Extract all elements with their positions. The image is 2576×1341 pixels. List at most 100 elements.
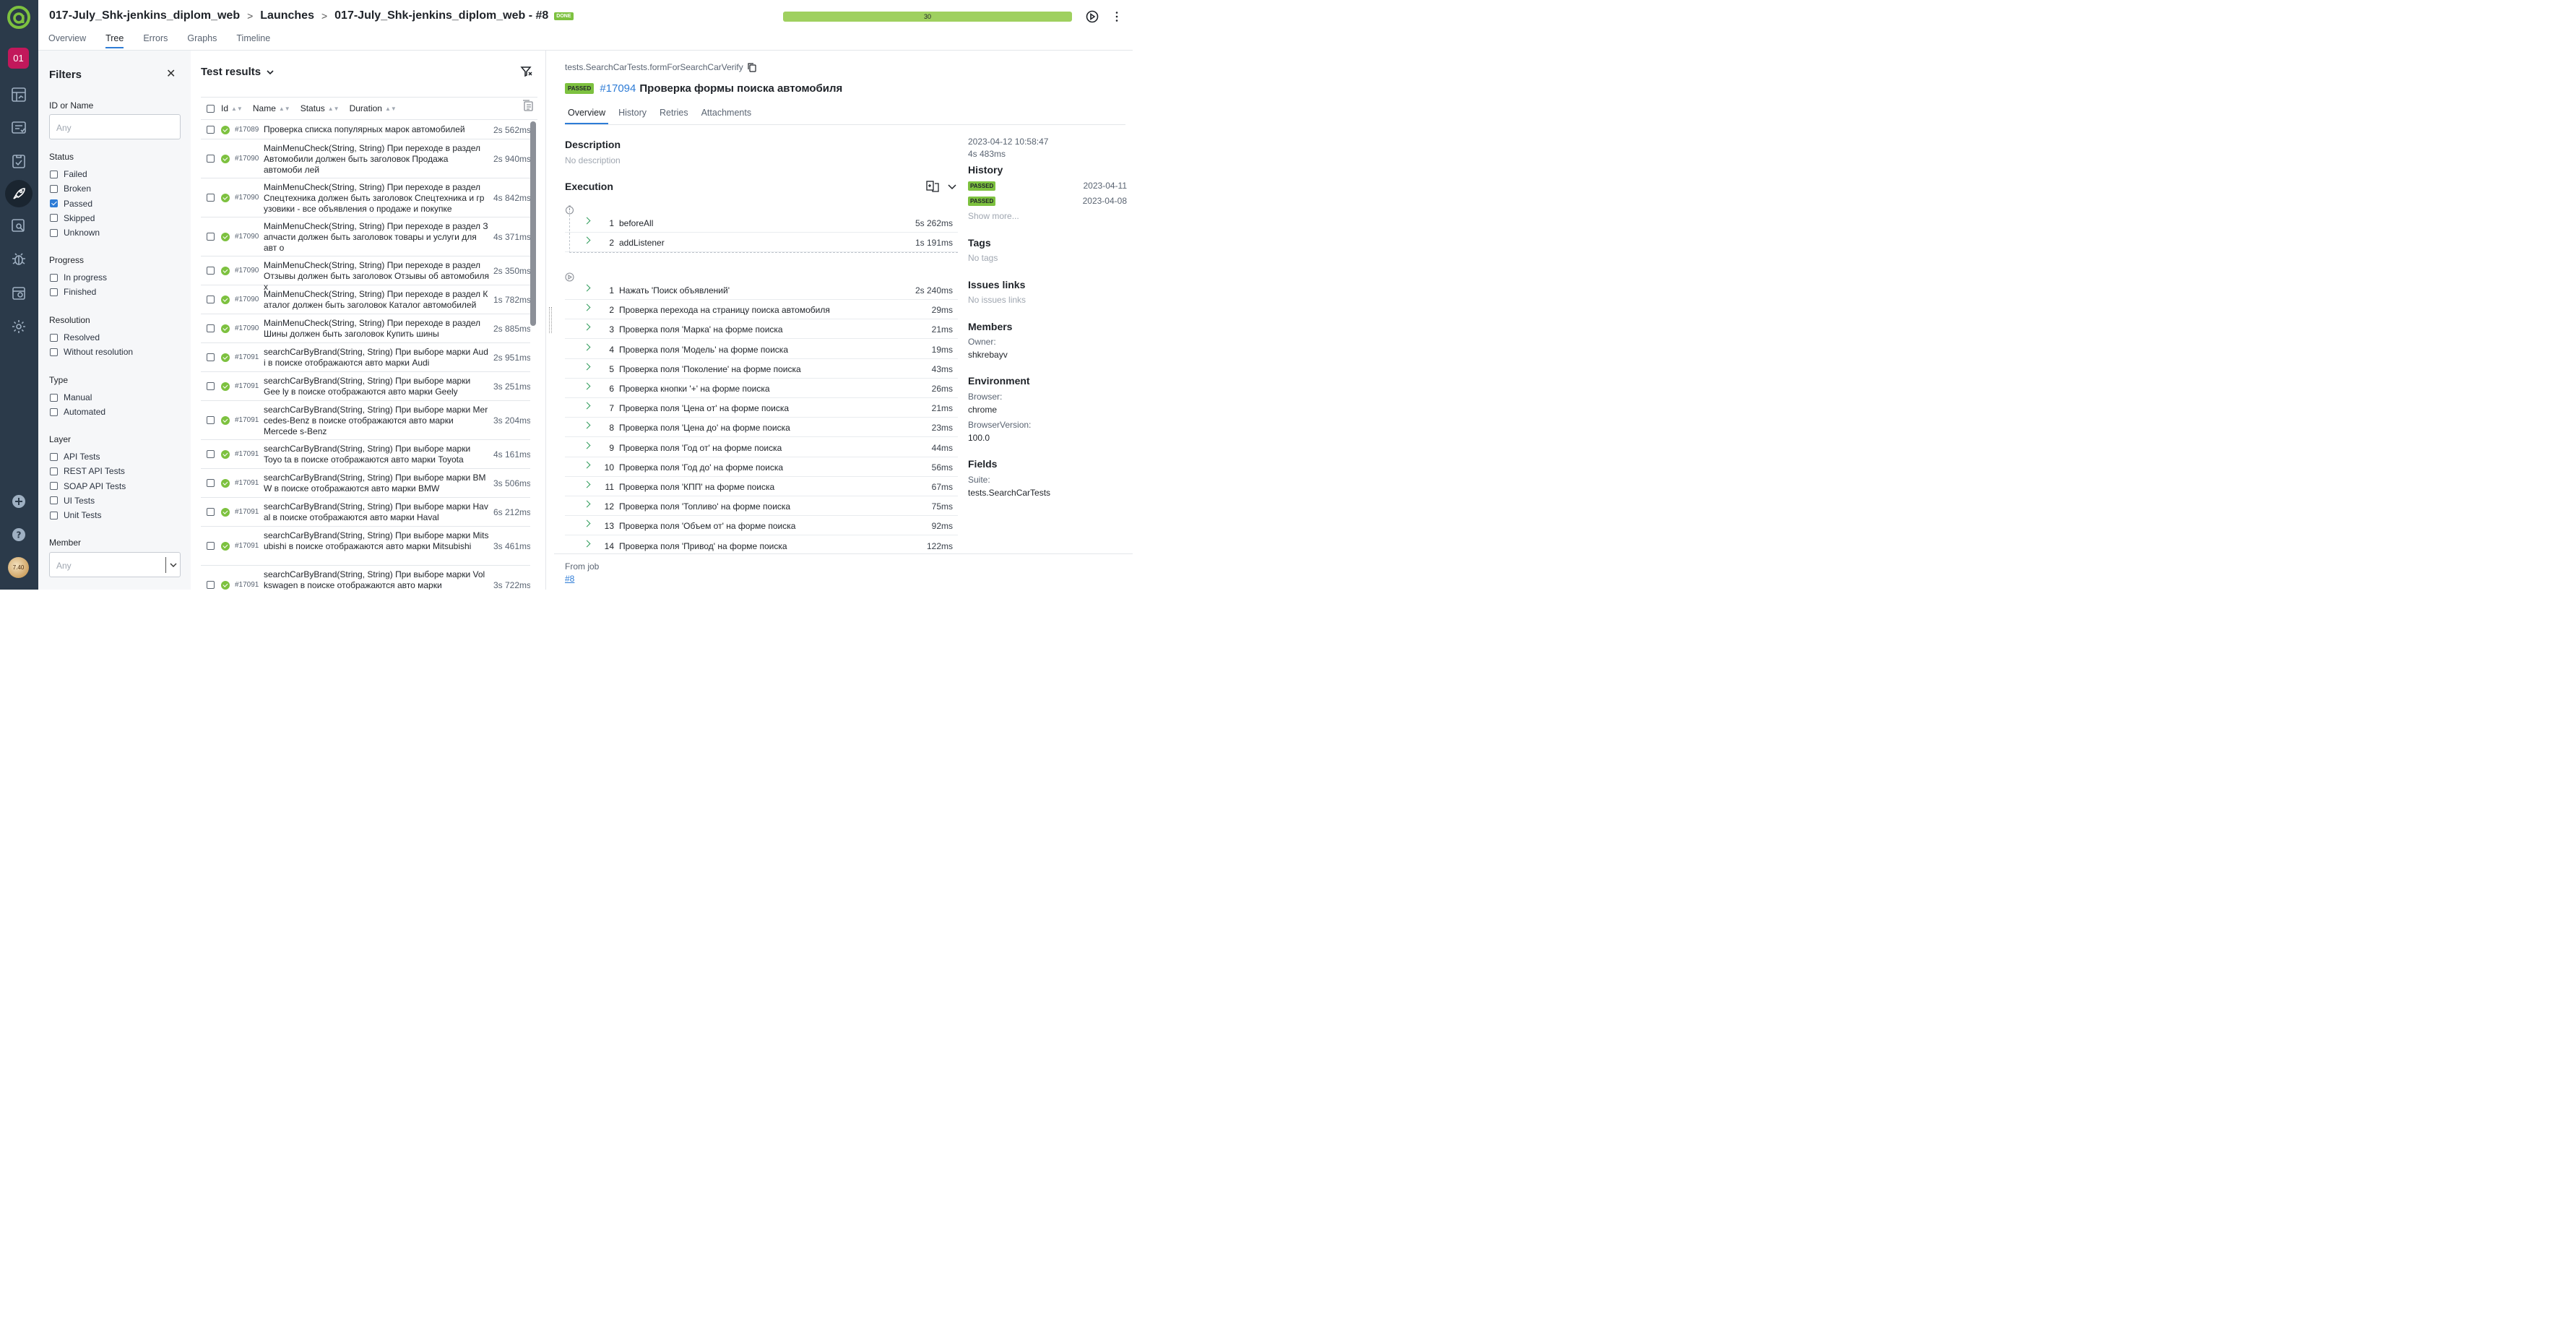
filter-checkbox[interactable] <box>50 408 58 416</box>
filter-checkbox[interactable] <box>50 199 58 208</box>
jobs-icon[interactable] <box>9 283 29 303</box>
filter-option[interactable]: API Tests <box>50 452 100 462</box>
column-duration[interactable]: Duration ▲▼ <box>350 103 397 113</box>
analytics-search-icon[interactable] <box>9 216 29 236</box>
chevron-right-icon[interactable] <box>583 500 591 508</box>
tab-graphs[interactable]: Graphs <box>187 33 217 48</box>
column-status[interactable]: Status ▲▼ <box>301 103 340 113</box>
execution-step[interactable]: 5 Проверка поля 'Поколение' на форме поис… <box>565 359 958 379</box>
chevron-right-icon[interactable] <box>583 382 591 390</box>
row-checkbox[interactable] <box>207 382 215 390</box>
chevron-right-icon[interactable] <box>583 461 591 469</box>
execution-step[interactable]: 11 Проверка поля 'КПП' на форме поиска 67m… <box>565 477 958 496</box>
chevron-right-icon[interactable] <box>583 303 591 311</box>
execution-step[interactable]: 1 beforeAll 5s 262ms <box>565 213 958 233</box>
execution-step[interactable]: 2 Проверка перехода на страницу поиска ав… <box>565 300 958 320</box>
filter-option[interactable]: UI Tests <box>50 496 95 506</box>
filter-checkbox[interactable] <box>50 496 58 505</box>
table-row[interactable]: #17090 MainMenuCheck(String, String) При … <box>201 314 530 343</box>
select-all-checkbox[interactable] <box>207 104 215 113</box>
execution-step[interactable]: 12 Проверка поля 'Топливо' на форме поиск… <box>565 496 958 517</box>
row-checkbox[interactable] <box>207 324 215 332</box>
filter-option[interactable]: Skipped <box>50 213 95 223</box>
row-checkbox[interactable] <box>207 353 215 361</box>
table-row[interactable]: #17091 searchCarByBrand(String, String) П… <box>201 440 530 469</box>
table-row[interactable]: #17091 searchCarByBrand(String, String) П… <box>201 498 530 527</box>
row-checkbox[interactable] <box>207 296 215 303</box>
test-cases-icon[interactable] <box>9 118 29 138</box>
table-row[interactable]: #17091 searchCarByBrand(String, String) П… <box>201 527 530 566</box>
filter-checkbox[interactable] <box>50 184 58 193</box>
row-checkbox[interactable] <box>207 479 215 487</box>
filter-option[interactable]: Passed <box>50 199 92 209</box>
play-icon[interactable] <box>1086 10 1099 23</box>
filter-checkbox[interactable] <box>50 228 58 237</box>
tab-history[interactable]: History <box>615 108 649 124</box>
tab-retries[interactable]: Retries <box>657 108 691 124</box>
table-row[interactable]: #17090 MainMenuCheck(String, String) При … <box>201 217 530 256</box>
add-plus-icon[interactable] <box>9 491 29 512</box>
filter-option[interactable]: Resolved <box>50 332 100 342</box>
filter-checkbox[interactable] <box>50 393 58 402</box>
member-select[interactable]: Any <box>49 552 181 577</box>
filter-option[interactable]: SOAP API Tests <box>50 481 126 491</box>
dashboards-icon[interactable] <box>9 85 29 105</box>
filter-option[interactable]: Finished <box>50 287 96 297</box>
execution-step[interactable]: 3 Проверка поля 'Марка' на форме поиска 21… <box>565 319 958 340</box>
results-scrollbar[interactable] <box>530 121 536 326</box>
column-name[interactable]: Name ▲▼ <box>253 103 290 113</box>
table-row[interactable]: #17091 searchCarByBrand(String, String) П… <box>201 469 530 498</box>
chevron-right-icon[interactable] <box>583 402 591 410</box>
execution-step[interactable]: 4 Проверка поля 'Модель' на форме поиска 1… <box>565 340 958 359</box>
expand-all-icon[interactable] <box>926 180 939 195</box>
execution-step[interactable]: 6 Проверка кнопки '+' на форме поиска 26ms <box>565 379 958 398</box>
launches-rocket-icon[interactable] <box>5 180 33 207</box>
chevron-down-icon[interactable] <box>165 557 180 573</box>
tab-attachments[interactable]: Attachments <box>699 108 754 124</box>
panel-splitter[interactable] <box>545 51 554 590</box>
chevron-right-icon[interactable] <box>583 323 591 331</box>
table-row[interactable]: #17090 MainMenuCheck(String, String) При … <box>201 256 530 292</box>
row-checkbox[interactable] <box>207 233 215 241</box>
row-checkbox[interactable] <box>207 267 215 275</box>
execution-step[interactable]: 7 Проверка поля 'Цена от' на форме поиска… <box>565 398 958 418</box>
chevron-right-icon[interactable] <box>583 540 591 548</box>
project-badge[interactable]: 01 <box>8 48 29 69</box>
chevron-right-icon[interactable] <box>583 519 591 527</box>
tab-overview[interactable]: Overview <box>565 108 609 124</box>
filter-option[interactable]: Without resolution <box>50 347 133 357</box>
close-icon[interactable]: ✕ <box>166 66 176 81</box>
filter-checkbox[interactable] <box>50 288 58 296</box>
defects-bug-icon[interactable] <box>9 249 29 270</box>
execution-step[interactable]: 2 addListener 1s 191ms <box>565 233 958 253</box>
execution-step[interactable]: 13 Проверка поля 'Объем от' на форме поис… <box>565 516 958 536</box>
tab-tree[interactable]: Tree <box>105 33 124 48</box>
row-checkbox[interactable] <box>207 194 215 202</box>
execution-step[interactable]: 1 Нажать 'Поиск объявлений' 2s 240ms <box>565 280 958 300</box>
chevron-right-icon[interactable] <box>583 284 591 292</box>
execution-step[interactable]: 8 Проверка поля 'Цена до' на форме поиска… <box>565 418 958 438</box>
app-logo-icon[interactable] <box>7 6 30 29</box>
help-icon[interactable]: ? <box>9 525 29 545</box>
filter-option[interactable]: Manual <box>50 392 92 402</box>
chevron-right-icon[interactable] <box>583 363 591 371</box>
tab-timeline[interactable]: Timeline <box>236 33 270 48</box>
filter-checkbox[interactable] <box>50 273 58 282</box>
table-row[interactable]: #17089 Проверка списка популярных марок а… <box>201 120 530 139</box>
execution-step[interactable]: 14 Проверка поля 'Привод' на форме поиска… <box>565 536 958 556</box>
columns-settings-icon[interactable] <box>522 100 534 114</box>
filter-checkbox[interactable] <box>50 170 58 178</box>
filter-option[interactable]: In progress <box>50 272 107 283</box>
row-checkbox[interactable] <box>207 450 215 458</box>
column-id[interactable]: Id ▲▼ <box>221 103 243 113</box>
table-row[interactable]: #17091 searchCarByBrand(String, String) П… <box>201 343 530 372</box>
table-row[interactable]: #17090 MainMenuCheck(String, String) При … <box>201 178 530 217</box>
table-row[interactable]: #17090 MainMenuCheck(String, String) При … <box>201 139 530 178</box>
filter-checkbox[interactable] <box>50 348 58 356</box>
table-row[interactable]: #17090 MainMenuCheck(String, String) При … <box>201 285 530 314</box>
execution-step[interactable]: 9 Проверка поля 'Год от' на форме поиска 4… <box>565 438 958 457</box>
job-link[interactable]: #8 <box>565 574 574 584</box>
filter-option[interactable]: Broken <box>50 184 91 194</box>
row-checkbox[interactable] <box>207 155 215 163</box>
more-vertical-icon[interactable] <box>1110 10 1123 23</box>
